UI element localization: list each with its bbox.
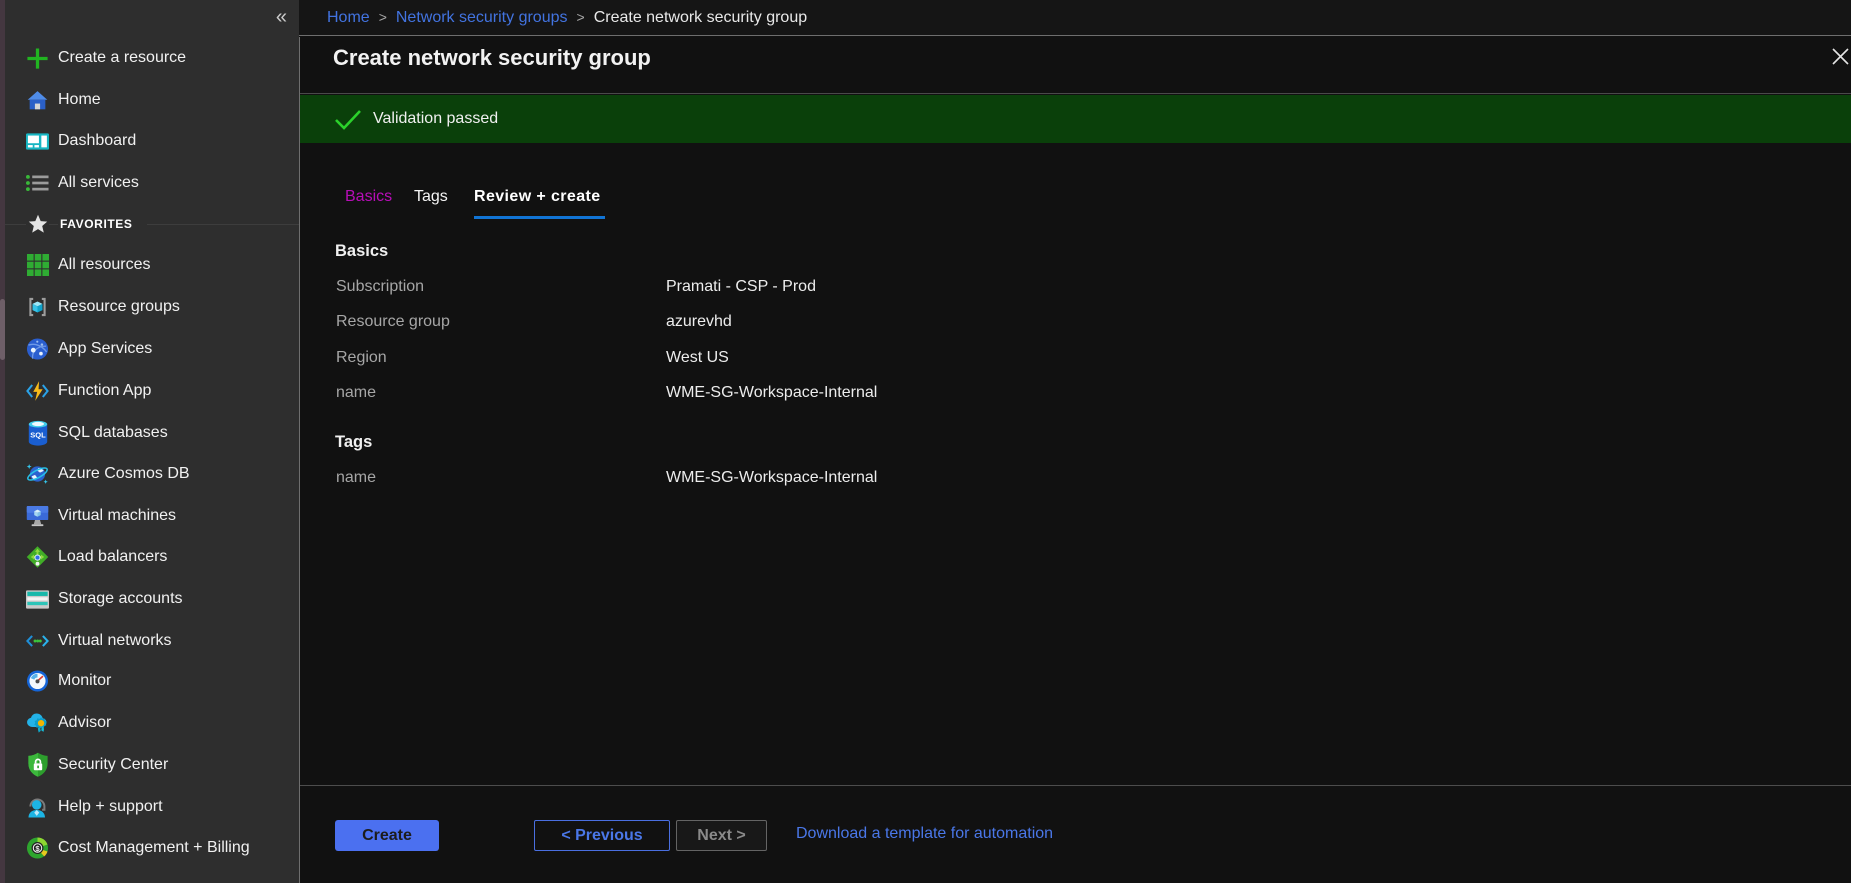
- svg-text:SQL: SQL: [30, 431, 46, 440]
- svg-text:$: $: [35, 844, 40, 853]
